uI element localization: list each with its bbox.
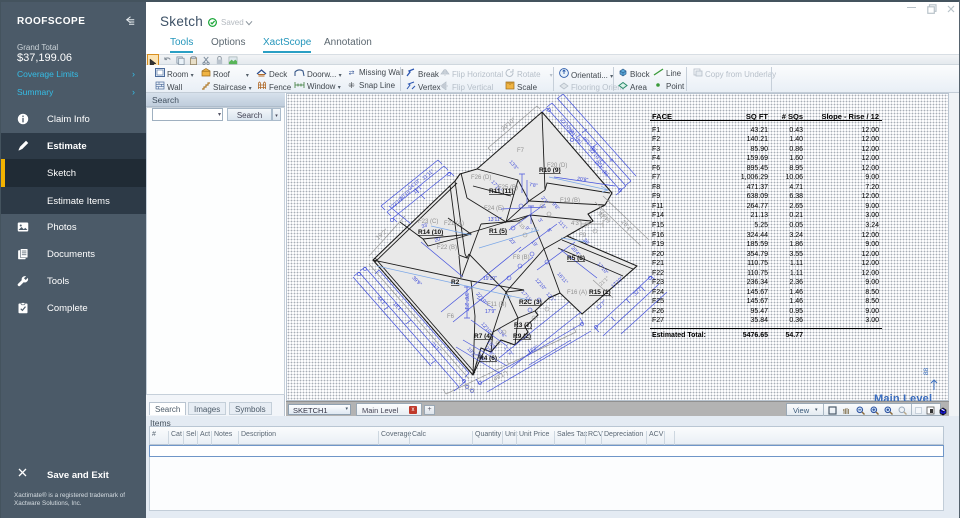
svg-text:F7: F7 xyxy=(517,148,525,154)
svg-text:17'9": 17'9" xyxy=(485,309,496,315)
svg-text:F9: F9 xyxy=(579,233,587,239)
svg-text:R2C (3): R2C (3) xyxy=(519,299,542,306)
svg-text:R15 (1): R15 (1) xyxy=(589,289,611,296)
svg-text:R5 (8): R5 (8) xyxy=(567,255,585,262)
svg-text:F22 (B): F22 (B) xyxy=(437,245,457,251)
svg-text:F24 (E): F24 (E) xyxy=(484,206,504,212)
svg-text:19'10": 19'10" xyxy=(483,276,497,282)
svg-text:4': 4' xyxy=(607,157,614,164)
svg-text:F8 (B): F8 (B) xyxy=(513,255,530,261)
svg-text:26'4": 26'4" xyxy=(619,219,632,233)
svg-text:3'6": 3'6" xyxy=(463,293,469,302)
svg-text:F21 (A): F21 (A) xyxy=(444,221,464,227)
svg-text:F11 (B): F11 (B) xyxy=(487,302,507,308)
svg-text:44'1": 44'1" xyxy=(376,295,388,307)
svg-text:R11 (11): R11 (11) xyxy=(489,188,514,195)
svg-text:R3 (7): R3 (7) xyxy=(514,322,532,329)
svg-text:(49'1"): (49'1") xyxy=(491,370,509,383)
svg-text:7'8": 7'8" xyxy=(529,182,538,189)
svg-text:33': 33' xyxy=(505,294,513,301)
svg-text:F16 (A): F16 (A) xyxy=(567,290,587,296)
svg-text:F26 (D): F26 (D) xyxy=(471,175,491,181)
svg-text:13'11": 13'11" xyxy=(488,217,502,223)
svg-text:32'7": 32'7" xyxy=(632,285,644,297)
svg-text:R4 (6): R4 (6) xyxy=(479,355,497,362)
svg-text:F23 (C): F23 (C) xyxy=(418,219,438,225)
svg-text:R9 (2): R9 (2) xyxy=(513,333,531,340)
svg-text:4'3": 4'3" xyxy=(571,221,581,227)
svg-text:R2: R2 xyxy=(451,279,460,286)
svg-text:R10 (9): R10 (9) xyxy=(539,167,561,174)
svg-text:R7 (4): R7 (4) xyxy=(474,333,492,340)
svg-text:12'2": 12'2" xyxy=(527,344,540,355)
svg-text:F19 (B): F19 (B) xyxy=(560,198,580,204)
svg-text:21'1": 21'1" xyxy=(430,341,442,353)
svg-text:2'1": 2'1" xyxy=(463,303,469,312)
svg-text:R14 (10): R14 (10) xyxy=(418,229,443,236)
svg-text:R1 (5): R1 (5) xyxy=(489,228,507,235)
svg-text:F6: F6 xyxy=(447,314,455,320)
svg-text:19'2": 19'2" xyxy=(375,228,389,241)
